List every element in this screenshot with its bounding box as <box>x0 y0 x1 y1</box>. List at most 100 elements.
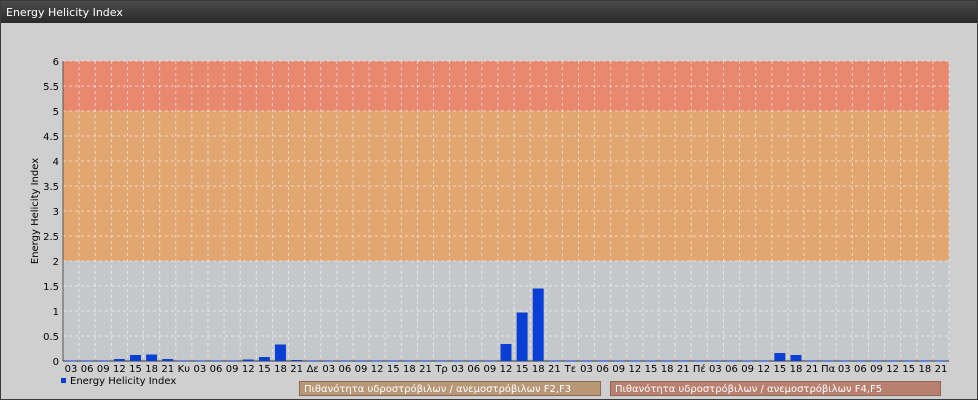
bar <box>226 360 238 362</box>
x-tick-label: Τε <box>564 364 577 375</box>
bar <box>65 360 77 362</box>
x-tick-label: 15 <box>387 364 400 375</box>
bar <box>903 360 915 362</box>
y-tick-label: 6 <box>53 57 59 68</box>
bar <box>726 360 738 362</box>
x-tick-label: 06 <box>467 364 480 375</box>
x-tick-label: 15 <box>129 364 142 375</box>
x-tick-label: 18 <box>274 364 287 375</box>
bar <box>500 344 512 361</box>
x-tick-label: 21 <box>935 364 948 375</box>
bar <box>371 360 383 362</box>
x-tick-label: 03 <box>65 364 78 375</box>
bar <box>597 360 609 362</box>
x-tick-label: 09 <box>484 364 497 375</box>
bar <box>97 360 109 362</box>
x-tick-label: Δε <box>307 364 319 375</box>
bar <box>822 360 834 362</box>
x-tick-label: 03 <box>838 364 851 375</box>
x-tick-label: 06 <box>854 364 867 375</box>
y-tick-label: 4.5 <box>43 132 59 143</box>
y-tick-label: 1.5 <box>43 282 59 293</box>
bar <box>581 360 593 362</box>
y-tick-label: 0.5 <box>43 332 59 343</box>
bar <box>774 353 786 361</box>
bar <box>194 360 206 362</box>
bar <box>887 360 899 362</box>
band-label-f2f3: Πιθανότητα υδροστρόβιλων / ανεμοστρόβιλω… <box>299 381 601 396</box>
x-tick-label: 15 <box>773 364 786 375</box>
x-tick-label: 09 <box>355 364 368 375</box>
bar <box>484 360 496 362</box>
bar <box>258 357 270 361</box>
x-tick-label: 18 <box>403 364 416 375</box>
bar <box>436 360 448 362</box>
bar <box>387 360 399 362</box>
bar <box>919 360 931 362</box>
x-tick-label: 09 <box>97 364 110 375</box>
x-tick-label: Τρ <box>434 364 447 375</box>
bar <box>130 355 141 361</box>
y-tick-label: 3.5 <box>43 182 59 193</box>
bar <box>355 360 367 362</box>
bar <box>81 360 93 362</box>
bar <box>548 360 560 362</box>
y-tick-label: 1 <box>53 307 59 318</box>
ehi-chart: 0 0.5 1 1.5 2 2.5 3 3.5 4 4.5 5 5.5 6 Energy Helicity… <box>30 57 950 387</box>
x-tick-label: 15 <box>645 364 658 375</box>
bar <box>291 360 303 361</box>
y-tick-label: 3 <box>53 207 59 218</box>
x-tick-label: Κυ <box>178 364 191 375</box>
bar <box>693 360 705 362</box>
x-tick-label: 21 <box>677 364 690 375</box>
x-tick-label: 09 <box>870 364 883 375</box>
x-tick-label: 21 <box>806 364 819 375</box>
x-tick-label: 06 <box>339 364 352 375</box>
y-tick-label: 5 <box>53 107 59 118</box>
x-tick-label: 18 <box>145 364 158 375</box>
bar <box>419 360 431 362</box>
x-tick-label: 12 <box>886 364 899 375</box>
x-tick-label: Πέ <box>693 363 706 375</box>
x-tick-label: 18 <box>918 364 931 375</box>
window-title: Energy Helicity Index <box>6 6 123 19</box>
x-tick-label: 12 <box>113 364 126 375</box>
x-tick-label: 06 <box>725 364 738 375</box>
x-tick-label: 03 <box>322 364 335 375</box>
x-tick-label: 21 <box>290 364 303 375</box>
x-tick-label: 06 <box>210 364 223 375</box>
bar <box>677 360 689 362</box>
y-axis-label: Energy Helicity Index <box>30 158 41 264</box>
y-tick-label: 5.5 <box>43 82 59 93</box>
x-tick-label: 12 <box>500 364 513 375</box>
bar <box>403 360 415 362</box>
x-tick-label: 18 <box>532 364 545 375</box>
bar <box>162 359 174 361</box>
bar <box>113 359 125 361</box>
bar <box>854 360 866 362</box>
bar <box>274 344 286 361</box>
legend-swatch <box>61 378 66 383</box>
x-tick-label: 18 <box>661 364 674 375</box>
x-tick-label: 18 <box>790 364 803 375</box>
legend-label: Energy Helicity Index <box>70 376 176 387</box>
x-tick-label: 09 <box>226 364 239 375</box>
x-tick-label: 06 <box>596 364 609 375</box>
x-tick-label: 09 <box>741 364 754 375</box>
x-tick-label: 15 <box>902 364 915 375</box>
bar <box>742 360 754 362</box>
x-tick-label: 03 <box>451 364 464 375</box>
band-label-f4f5: Πιθανότητα υδροστρόβιλων / ανεμοστρόβιλω… <box>610 381 941 396</box>
bar <box>307 360 319 362</box>
x-tick-label: 12 <box>371 364 384 375</box>
y-tick-label: 4 <box>53 157 59 168</box>
x-tick-label: 06 <box>81 364 94 375</box>
y-tick-label: 0 <box>53 357 59 368</box>
bar <box>629 360 641 362</box>
x-tick-label: 15 <box>258 364 271 375</box>
bar <box>468 360 480 362</box>
x-tick-label: 12 <box>757 364 770 375</box>
x-tick-label: 12 <box>242 364 255 375</box>
bar <box>871 360 882 362</box>
x-tick-label: 03 <box>194 364 207 375</box>
